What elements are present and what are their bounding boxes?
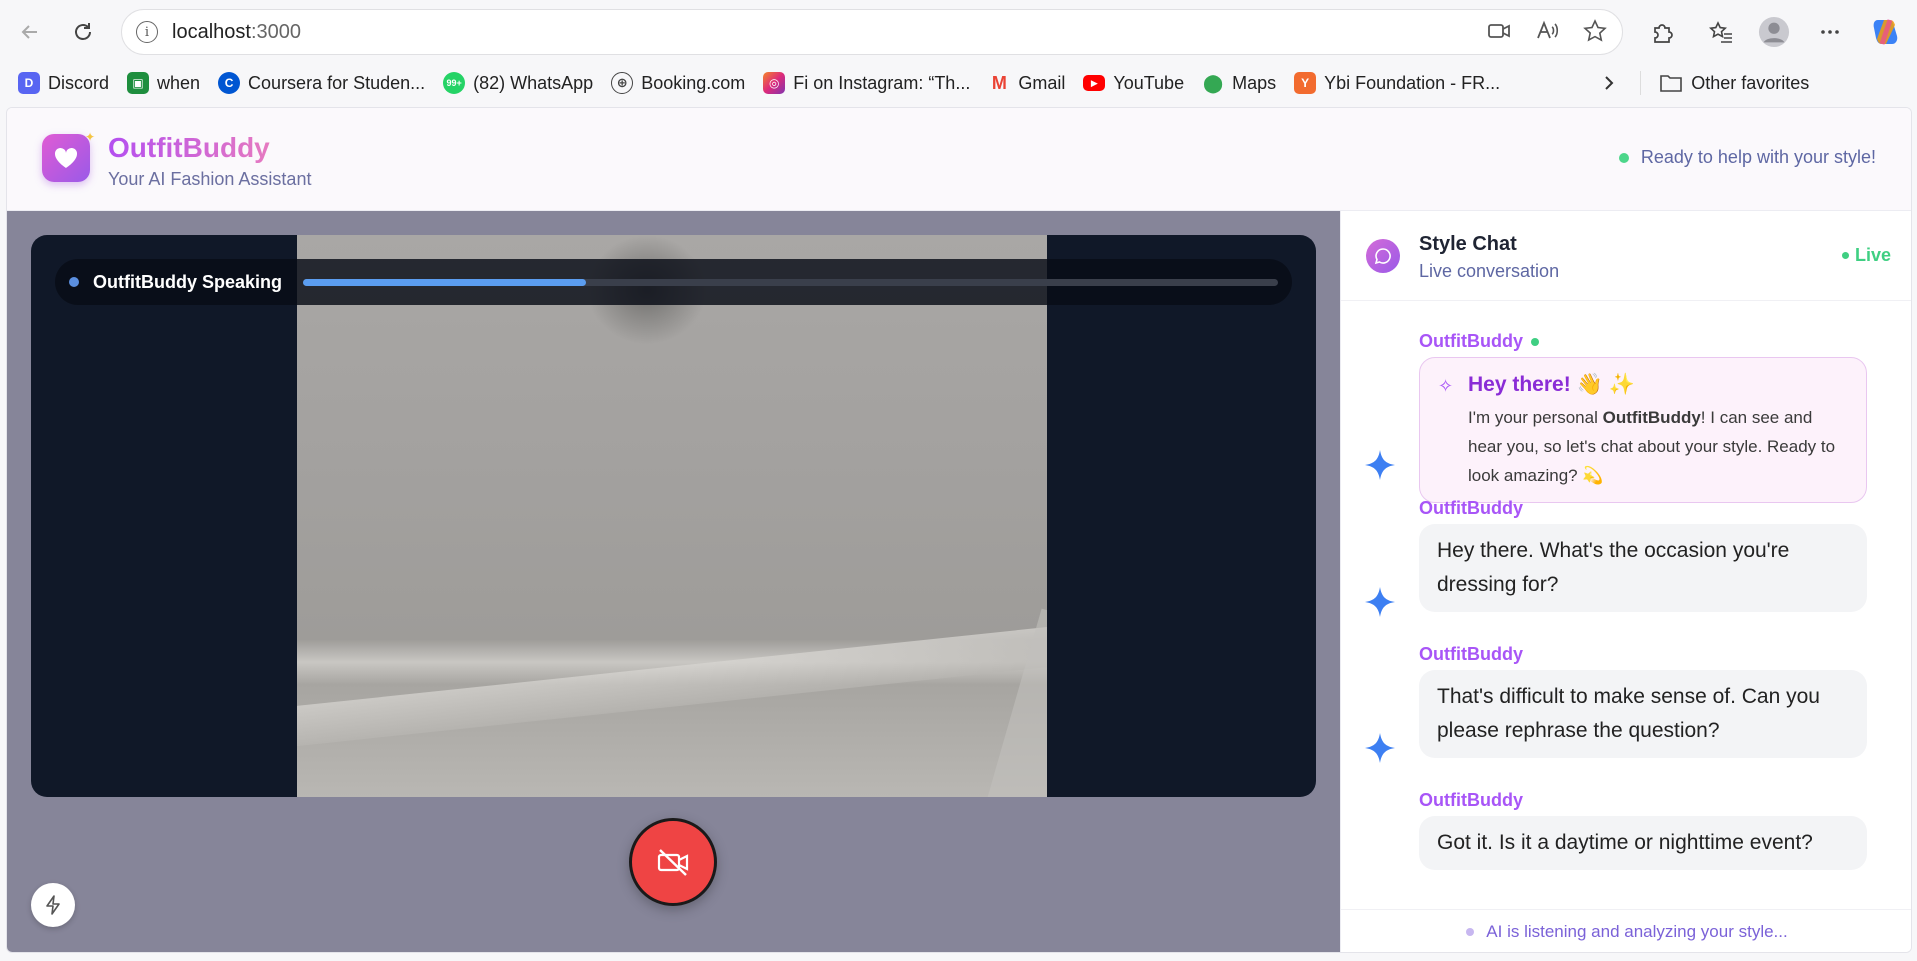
ybi-icon: Y: [1294, 72, 1317, 94]
outfitbuddy-app: ✦ OutfitBuddy Your AI Fashion Assistant …: [6, 107, 1912, 953]
listening-text: AI is listening and analyzing your style…: [1486, 922, 1788, 941]
bookmark-discord[interactable]: D Discord: [18, 72, 109, 94]
speaking-dot: [69, 277, 79, 287]
maps-icon: ⬤: [1203, 72, 1224, 93]
live-dot: [1841, 252, 1849, 259]
url-text[interactable]: localhost:3000: [172, 21, 301, 44]
bookmark-gmail[interactable]: M Gmail: [988, 72, 1066, 94]
bookmark-booking[interactable]: ⊕ Booking.com: [611, 72, 745, 94]
bookmark-ybi[interactable]: Y Ybi Foundation - FR...: [1294, 72, 1500, 94]
message-sender: OutfitBuddy: [1419, 644, 1523, 664]
folder-icon: [1660, 75, 1682, 92]
back-arrow-icon: [21, 25, 37, 39]
chat-header: Style Chat Live conversation Live: [1341, 211, 1911, 301]
bookmark-instagram[interactable]: ◎ Fi on Instagram: “Th...: [763, 72, 970, 94]
lightning-icon: [46, 895, 60, 915]
bookmark-whatsapp[interactable]: 99+ (82) WhatsApp: [443, 72, 593, 94]
message-bubble: Got it. Is it a daytime or nighttime eve…: [1419, 816, 1867, 870]
camera-off-button[interactable]: [629, 818, 717, 906]
welcome-bubble: ✧ Hey there! 👋 ✨ I'm your personal Outfi…: [1419, 357, 1867, 503]
message-list[interactable]: OutfitBuddy ✧ Hey there! 👋 ✨ I'm your pe…: [1341, 301, 1911, 909]
brand-name: OutfitBuddy: [108, 132, 270, 163]
address-bar[interactable]: i localhost:3000: [121, 9, 1623, 55]
app-logo: [42, 134, 90, 182]
status-dot: [1618, 152, 1629, 163]
refresh-button[interactable]: [67, 16, 99, 48]
bookmark-maps[interactable]: ⬤ Maps: [1202, 72, 1276, 94]
ai-sparkle-avatar-icon: [1365, 450, 1395, 480]
welcome-title: Hey there! 👋 ✨: [1468, 373, 1635, 396]
speaking-progress: [303, 279, 1278, 286]
camera-feed: [297, 235, 1047, 797]
bookmarks-overflow-button[interactable]: [1600, 74, 1618, 92]
video-frame: OutfitBuddy Speaking: [31, 235, 1316, 797]
extensions-button[interactable]: [1646, 16, 1678, 48]
favorites-button[interactable]: [1705, 16, 1737, 48]
favorite-star-icon[interactable]: [1582, 18, 1608, 44]
browser-toolbar: i localhost:3000: [0, 0, 1917, 63]
sparkle-icon: ✧: [1438, 376, 1454, 396]
message-bubble: Hey there. What's the occasion you're dr…: [1419, 524, 1867, 612]
avatar-icon: [1758, 16, 1790, 48]
discord-icon: D: [18, 72, 40, 94]
listening-status: AI is listening and analyzing your style…: [1341, 909, 1911, 952]
speaking-indicator: OutfitBuddy Speaking: [55, 259, 1292, 305]
coursera-icon: C: [218, 72, 241, 94]
speaking-label: OutfitBuddy Speaking: [93, 271, 282, 292]
puzzle-icon: [1654, 24, 1673, 43]
bookmark-youtube[interactable]: ▶ YouTube: [1083, 73, 1184, 94]
style-chat-panel: Style Chat Live conversation Live Outfit…: [1340, 211, 1911, 952]
chat-avatar: [1366, 239, 1400, 273]
site-info-icon[interactable]: i: [136, 21, 158, 43]
bookmark-when[interactable]: ▣ when: [127, 72, 200, 94]
globe-icon: ⊕: [611, 72, 634, 94]
message-sender: OutfitBuddy: [1419, 331, 1539, 352]
youtube-icon: ▶: [1083, 75, 1106, 91]
heart-icon: [54, 147, 78, 168]
read-aloud-icon[interactable]: [1534, 18, 1560, 44]
ai-sparkle-avatar-icon: [1365, 733, 1395, 763]
online-dot: [1530, 337, 1539, 346]
copilot-button[interactable]: [1870, 16, 1902, 48]
camera-permission-icon[interactable]: [1486, 18, 1512, 44]
chat-title: Style Chat: [1419, 233, 1517, 255]
back-button[interactable]: [14, 16, 46, 48]
welcome-text: I'm your personal OutfitBuddy! I can see…: [1468, 408, 1836, 485]
classroom-icon: ▣: [127, 72, 150, 94]
more-menu-button[interactable]: [1814, 16, 1846, 48]
bookmark-coursera[interactable]: C Coursera for Studen...: [218, 72, 425, 94]
chat-bubble-icon: [1374, 248, 1391, 265]
status-text: Ready to help with your style!: [1640, 147, 1876, 167]
message-sender: OutfitBuddy: [1419, 790, 1523, 810]
gmail-icon: M: [991, 72, 1007, 93]
message-bubble: That's difficult to make sense of. Can y…: [1419, 670, 1867, 758]
chat-subtitle: Live conversation: [1419, 261, 1560, 281]
instagram-icon: ◎: [763, 72, 786, 94]
ellipsis-icon: [1821, 30, 1839, 34]
copilot-icon: [1873, 19, 1898, 45]
sparkle-icon: ✦: [85, 130, 96, 144]
app-header: ✦ OutfitBuddy Your AI Fashion Assistant …: [7, 108, 1911, 211]
video-stage: OutfitBuddy Speaking: [7, 211, 1340, 952]
brand-tagline: Your AI Fashion Assistant: [108, 169, 312, 189]
speaking-progress-fill: [303, 279, 586, 286]
profile-button[interactable]: [1758, 16, 1790, 48]
favorites-list-icon: [1708, 21, 1732, 43]
video-off-icon: [657, 849, 689, 876]
quick-action-button[interactable]: [31, 883, 75, 927]
status-indicator: Ready to help with your style!: [1618, 147, 1876, 168]
refresh-icon: [75, 23, 91, 40]
ai-sparkle-avatar-icon: [1365, 587, 1395, 617]
listening-dot: [1466, 928, 1475, 936]
whatsapp-icon: 99+: [443, 72, 466, 94]
bookmark-other-favorites[interactable]: Other favorites: [1659, 72, 1809, 94]
chevron-right-icon: [1605, 76, 1614, 90]
bookmarks-bar: D Discord ▣ when C Coursera for Studen... 9…: [0, 63, 1917, 103]
live-badge: Live: [1841, 245, 1891, 266]
message-sender: OutfitBuddy: [1419, 498, 1523, 518]
